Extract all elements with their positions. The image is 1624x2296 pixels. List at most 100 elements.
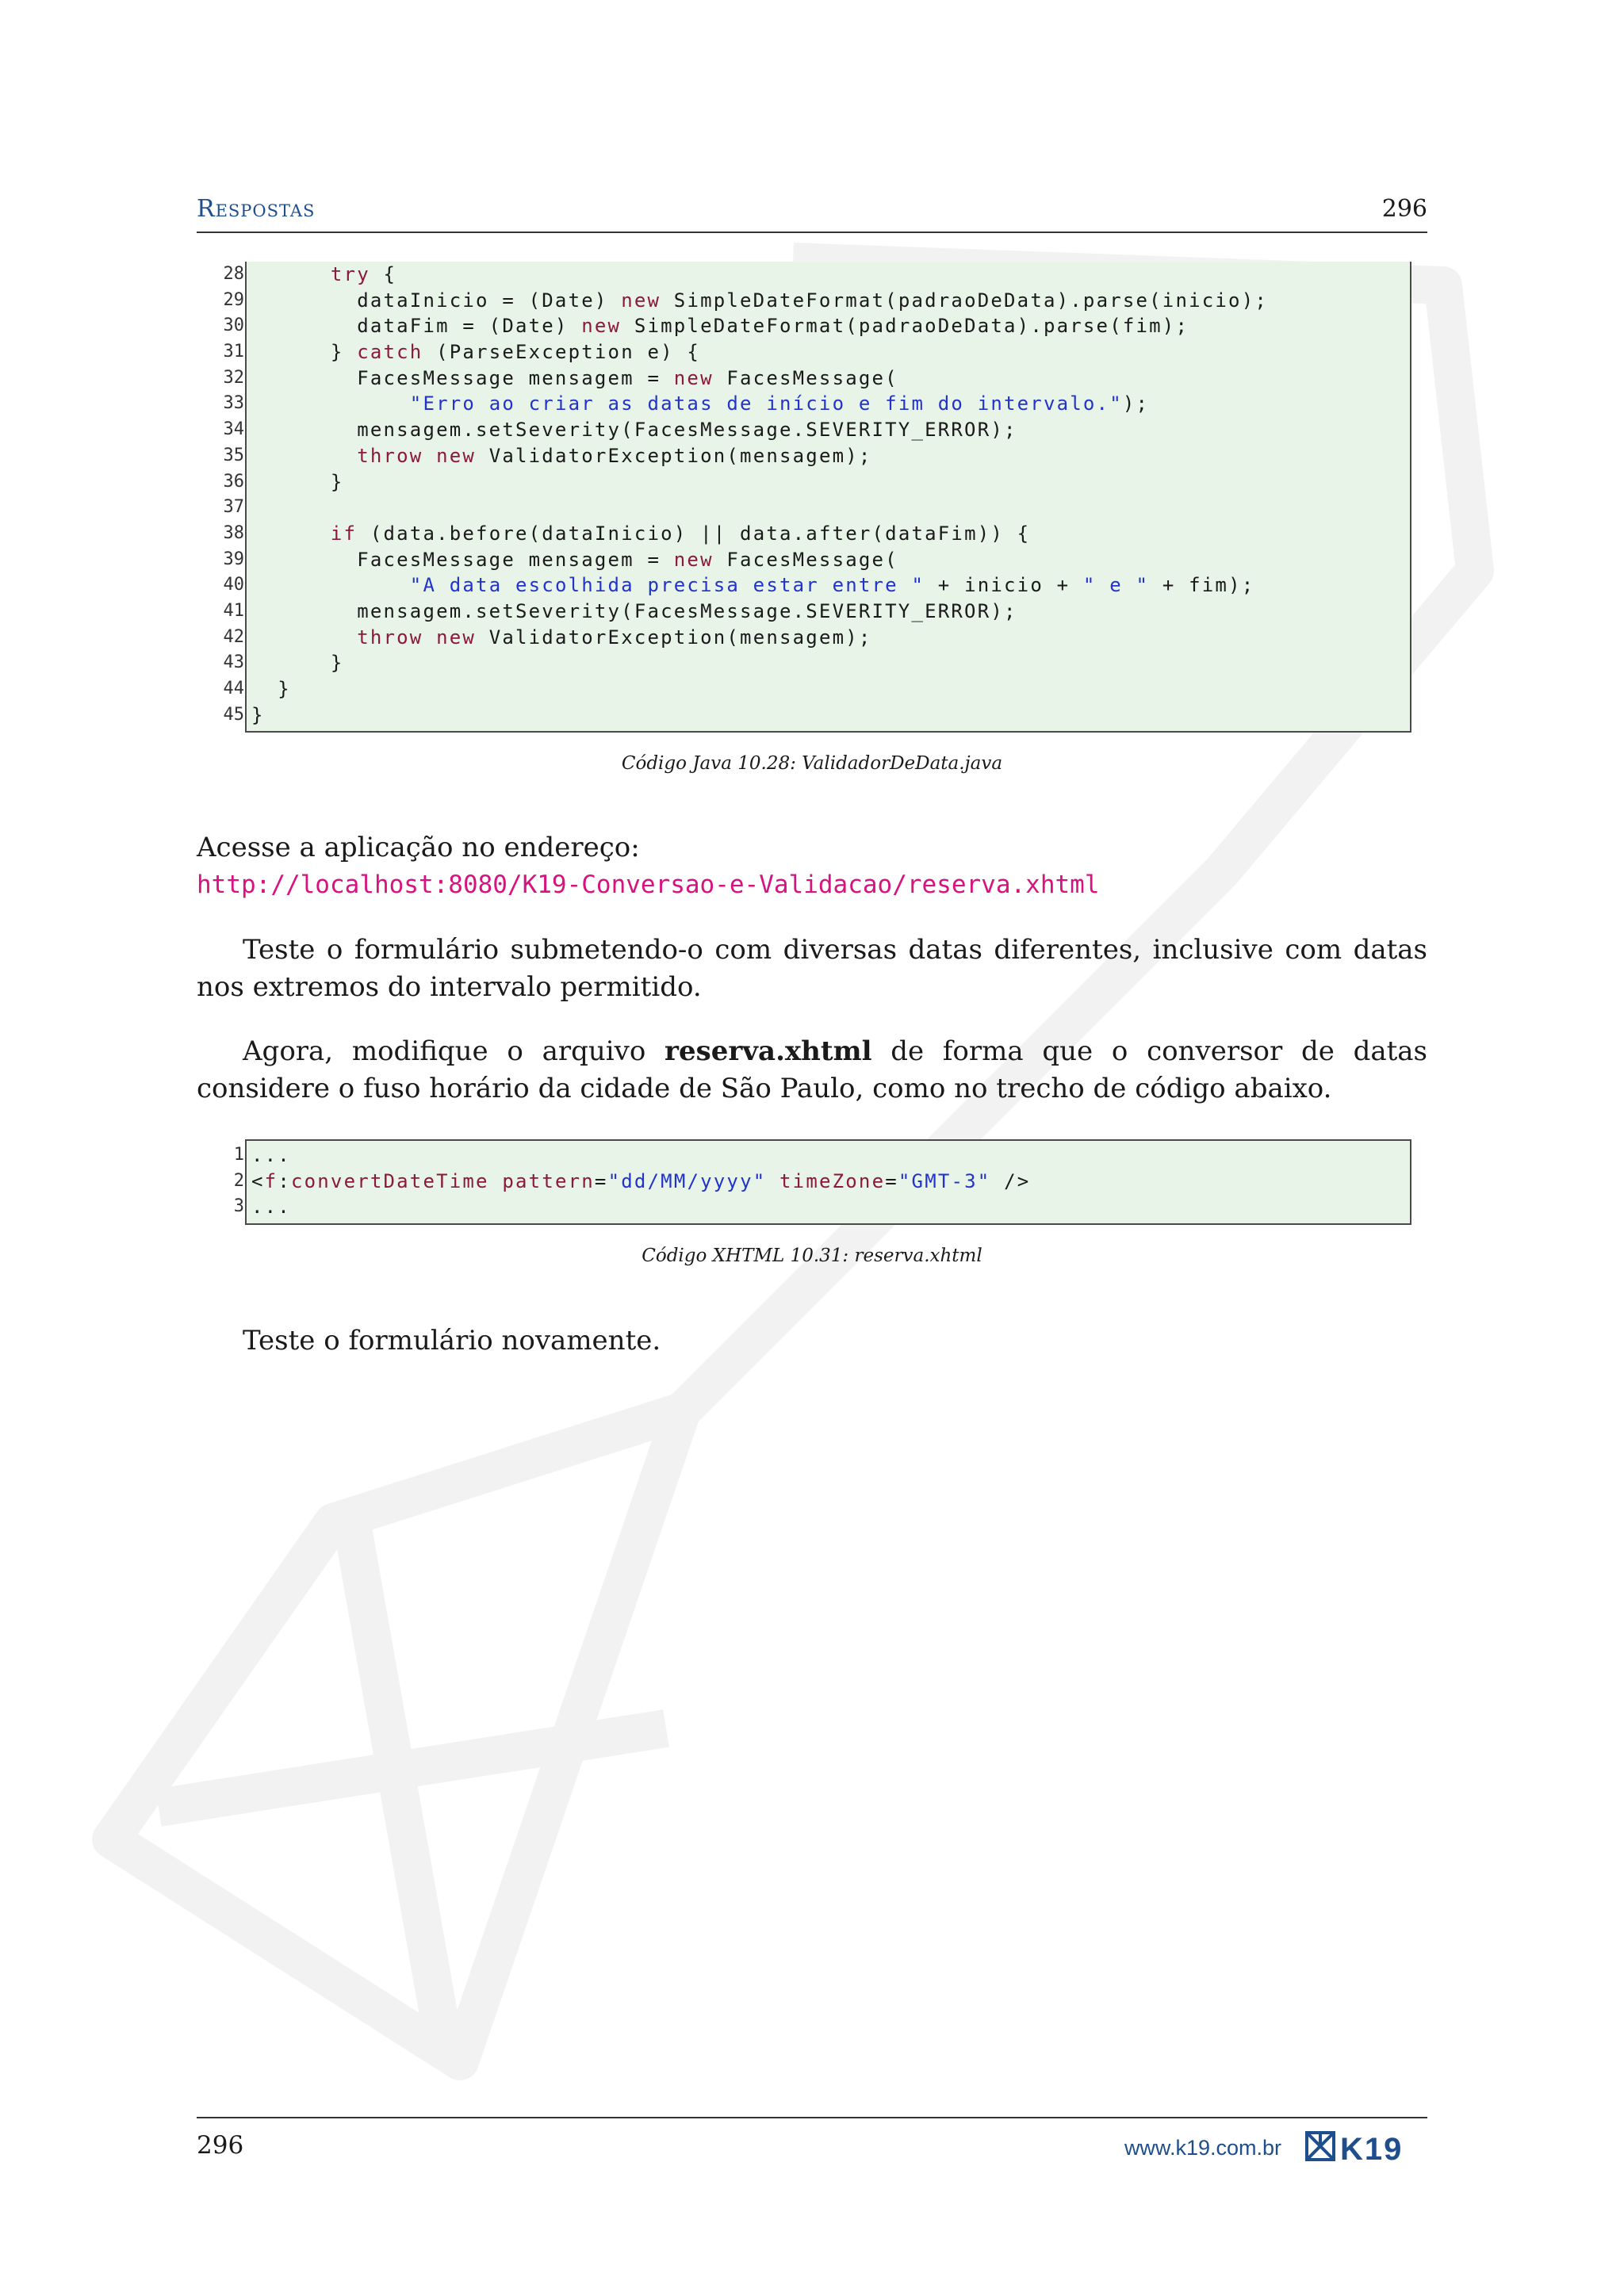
code-line: } (247, 469, 1410, 496)
footer-rule (197, 2117, 1427, 2118)
code-line: ... (247, 1142, 1410, 1169)
section-name: Respostas (197, 195, 316, 223)
code-token-str: "dd/MM/yyyy" (607, 1169, 767, 1192)
line-number: 3 (233, 1196, 244, 1217)
code-caption-xhtml: Código XHTML 10.31: reserva.xhtml (642, 1246, 982, 1266)
code-token-tag: f (264, 1169, 278, 1192)
paragraph-test-again: Teste o formulário novamente. (243, 1325, 661, 1357)
line-number: 42 (223, 626, 245, 647)
code-text: } (251, 678, 291, 700)
code-text: ValidatorException(mensagem); (476, 444, 872, 467)
code-token-kw: if (330, 522, 358, 545)
code-line: throw new ValidatorException(mensagem); (247, 443, 1410, 469)
line-number: 36 (223, 471, 245, 492)
line-number: 38 (223, 522, 245, 543)
line-numbers: 28 29 30 31 32 33 34 35 36 37 38 39 40 41 42 43 44 45 (197, 262, 245, 728)
code-text: (data.before(dataInicio) || data.after(d… (357, 522, 1031, 545)
line-number: 41 (223, 600, 245, 621)
code-line: } (247, 676, 1410, 702)
code-text: FacesMessage mensagem = (251, 548, 674, 571)
running-header: Respostas 296 (197, 195, 1427, 233)
paragraph-text: Acesse a aplicação no endereço: (197, 832, 640, 863)
code-text: mensagem.setSeverity(FacesMessage.SEVERI… (251, 419, 1017, 442)
code-token-str: "Erro ao criar as datas de início e fim … (409, 392, 1123, 415)
line-number: 31 (223, 342, 245, 362)
line-number: 1 (233, 1145, 244, 1165)
code-text: ... (251, 1144, 291, 1166)
xhtml-code-block: 123 ... <f:convertDateTime pattern="dd/MM… (197, 1139, 1411, 1225)
code-token-kw: catch (357, 341, 423, 364)
line-numbers: 1 2 3 (197, 1142, 244, 1220)
code-token-kw: new (436, 626, 477, 649)
line-number: 30 (223, 316, 245, 336)
code-text: FacesMessage( (713, 548, 898, 571)
code-text: = (594, 1169, 608, 1192)
code-text: } (251, 470, 344, 493)
code-text: + inicio + (925, 574, 1083, 597)
document-page: Respostas 296 28 29 30 31 32 33 34 35 36 37 38 39 40… (0, 0, 1624, 2296)
code-token-str: "GMT-3" (898, 1169, 991, 1192)
code-line: dataFim = (Date) new SimpleDateFormat(pa… (247, 313, 1410, 339)
code-text: { (370, 263, 397, 285)
line-number: 37 (223, 497, 245, 518)
code-token-kw: try (330, 263, 370, 285)
code-text: FacesMessage( (713, 366, 898, 389)
code-listing: ... <f:convertDateTime pattern="dd/MM/yyy… (245, 1139, 1411, 1225)
line-number: 35 (223, 445, 245, 465)
code-caption-java: Código Java 10.28: ValidadorDeData.java (621, 753, 1003, 774)
code-line: "Erro ao criar as datas de início e fim … (247, 391, 1410, 417)
filename-bold: reserva.xhtml (665, 1035, 872, 1067)
code-line: } (247, 702, 1410, 729)
code-line: mensagem.setSeverity(FacesMessage.SEVERI… (247, 417, 1410, 443)
line-number: 33 (223, 393, 245, 414)
code-line: ... (247, 1194, 1410, 1220)
code-token-tag: convertDateTime (290, 1169, 489, 1192)
code-token-kw: throw (357, 626, 423, 649)
paragraph-test-form: Teste o formulário submetendo-o com dive… (197, 934, 1427, 1003)
code-line: dataInicio = (Date) new SimpleDateFormat… (247, 288, 1410, 314)
line-number: 39 (223, 549, 245, 569)
code-token-kw: new (581, 315, 622, 338)
code-text: ... (251, 1196, 291, 1219)
code-text: + fim); (1149, 574, 1255, 597)
paragraph-modify-file: Agora, modifique o arquivo reserva.xhtml… (197, 1033, 1427, 1108)
app-url-link[interactable]: http://localhost:8080/K19-Conversao-e-Va… (197, 867, 1427, 904)
code-line: } catch (ParseException e) { (247, 339, 1410, 365)
line-number: 43 (223, 652, 245, 673)
line-number: 32 (223, 367, 245, 388)
paragraph-access-url: Acesse a aplicação no endereço: http://l… (197, 829, 1427, 904)
code-text: = (885, 1169, 898, 1192)
code-token-kw: new (621, 289, 661, 312)
line-number: 34 (223, 419, 245, 440)
code-text: /> (990, 1169, 1031, 1192)
line-number: 45 (223, 704, 245, 725)
footer-website-link[interactable]: www.k19.com.br (1124, 2136, 1281, 2160)
code-listing: try { dataInicio = (Date) new SimpleDate… (245, 262, 1411, 733)
code-line: throw new ValidatorException(mensagem); (247, 625, 1410, 651)
code-line: mensagem.setSeverity(FacesMessage.SEVERI… (247, 599, 1410, 625)
code-line: try { (247, 262, 1410, 288)
code-text: } (251, 652, 344, 675)
header-page-number: 296 (1381, 195, 1427, 223)
code-token-kw: new (673, 548, 714, 571)
k19-logo: K19 (1305, 2131, 1401, 2163)
code-line: } (247, 650, 1410, 676)
code-token-str: "A data escolhida precisa estar entre " (409, 574, 925, 597)
code-line: <f:convertDateTime pattern="dd/MM/yyyy" … (247, 1169, 1410, 1195)
code-token-kw: new (436, 444, 477, 467)
code-text: ValidatorException(mensagem); (476, 626, 872, 649)
code-token-kw: new (673, 366, 714, 389)
code-token-str: " e " (1082, 574, 1150, 597)
code-text: dataInicio = (Date) (251, 289, 622, 312)
code-text: mensagem.setSeverity(FacesMessage.SEVERI… (251, 599, 1017, 622)
code-text: } (251, 703, 265, 726)
